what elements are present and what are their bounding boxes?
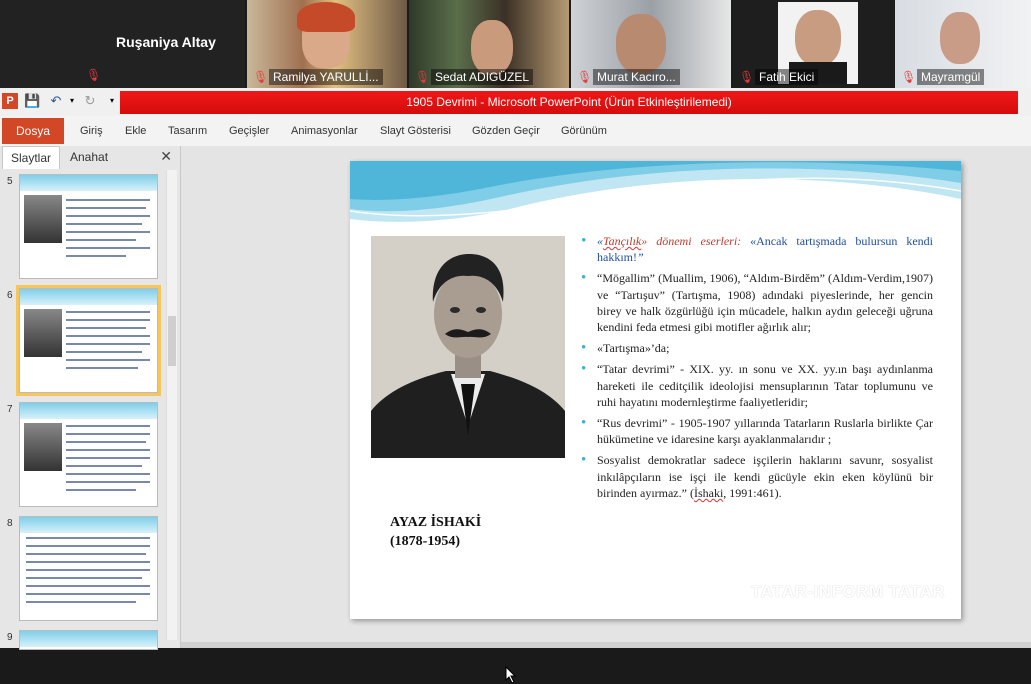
slide-number: 6 — [7, 290, 13, 301]
powerpoint-window: P 💾 ↶ ▾ ↻ ▾ 1905 Devrimi - Microsoft Pow… — [0, 88, 1031, 684]
mic-muted-icon: 🎙 — [577, 70, 593, 84]
tab-outline[interactable]: Anahat — [62, 146, 116, 168]
slide-number: 7 — [7, 404, 13, 415]
slide-thumbnail[interactable] — [19, 516, 158, 621]
bullet-item: “Mögallim” (Muallim, 1906), “Aldım-Birdĕ… — [581, 270, 933, 335]
mic-muted-icon: 🎙 — [415, 70, 431, 84]
tab-transitions[interactable]: Geçişler — [229, 116, 269, 146]
mouse-cursor-icon — [505, 666, 517, 684]
mic-muted-icon: 🎙 — [739, 70, 755, 84]
video-strip: 🎙 Ruşaniya Altay 🎙 Ramilya YARULLİ... 🎙 … — [0, 0, 1031, 88]
slide-number: 9 — [7, 632, 13, 643]
bullet-list[interactable]: «Tançılık» dönemi eserleri: «Ancak tartı… — [581, 233, 933, 506]
bullet-item: Sosyalist demokratlar sadece işçilerin h… — [581, 452, 933, 501]
redo-icon[interactable]: ↻ — [82, 93, 98, 109]
tab-file[interactable]: Dosya — [2, 118, 64, 144]
mic-muted-icon: 🎙 — [901, 70, 917, 84]
undo-dropdown-icon[interactable]: ▾ — [64, 93, 80, 109]
watermark: TATAR-INFORM TATAR — [751, 582, 946, 601]
slide-thumbnail-selected[interactable] — [16, 285, 161, 396]
slides-panel: Slaytlar Anahat ✕ 5 6 7 8 9 — [0, 146, 181, 650]
participant-name: Ruşaniya Altay — [116, 34, 216, 50]
participant-name: Murat Kacıro... — [593, 69, 680, 85]
video-tile-speaker[interactable]: 🎙 Ruşaniya Altay — [0, 0, 245, 88]
bullet-item: “Tatar devrimi” - XIX. yy. ın sonu ve XX… — [581, 361, 933, 410]
video-tile[interactable]: 🎙 Sedat ADIGÜZEL — [409, 0, 569, 88]
participant-name: Ramilya YARULLİ... — [269, 69, 383, 85]
tab-home[interactable]: Giriş — [80, 116, 103, 146]
undo-icon[interactable]: ↶ — [48, 93, 64, 109]
bullet-item: «Tançılık» dönemi eserleri: «Ancak tartı… — [581, 233, 933, 265]
caption-name: AYAZ İSHAKİ — [390, 515, 482, 530]
tab-design[interactable]: Tasarım — [168, 116, 207, 146]
slide-thumbnail[interactable] — [19, 174, 158, 279]
video-tile[interactable]: 🎙 Ramilya YARULLİ... — [247, 0, 407, 88]
powerpoint-logo-icon: P — [2, 93, 18, 109]
tab-review[interactable]: Gözden Geçir — [472, 116, 540, 146]
panel-tabs: Slaytlar Anahat ✕ — [0, 146, 180, 169]
quick-access-toolbar: P 💾 ↶ ▾ ↻ ▾ 1905 Devrimi - Microsoft Pow… — [0, 88, 1031, 116]
slide-thumbnail[interactable] — [19, 402, 158, 507]
tab-animations[interactable]: Animasyonlar — [291, 116, 358, 146]
slide-header-wave — [350, 161, 961, 222]
save-icon[interactable]: 💾 — [24, 93, 40, 109]
customize-toolbar-icon[interactable]: ▾ — [104, 93, 120, 109]
video-tile[interactable]: 🎙 Mayramgül — [895, 0, 1031, 88]
portrait-photo — [371, 236, 565, 458]
mic-muted-icon: 🎙 — [86, 68, 102, 82]
caption-years: (1878-1954) — [390, 534, 460, 549]
window-title: 1905 Devrimi - Microsoft PowerPoint (Ürü… — [120, 91, 1018, 114]
slide-number: 5 — [7, 176, 13, 187]
slide-canvas[interactable]: AYAZ İSHAKİ (1878-1954) «Tançılık» dönem… — [350, 161, 961, 619]
slide-thumbnail[interactable] — [19, 630, 158, 650]
portrait-caption: AYAZ İSHAKİ (1878-1954) — [390, 513, 481, 551]
bullet-item: “Rus devrimi” - 1905-1907 yıllarında Tat… — [581, 415, 933, 447]
participant-name: Fatih Ekici — [755, 69, 819, 85]
slide-editor: AYAZ İSHAKİ (1878-1954) «Tançılık» dönem… — [181, 146, 1031, 684]
video-tile[interactable]: 🎙 Murat Kacıro... — [571, 0, 731, 88]
tab-slide-show[interactable]: Slayt Gösterisi — [380, 116, 451, 146]
ribbon-tabs: Dosya Giriş Ekle Tasarım Geçişler Animas… — [0, 116, 1031, 147]
tab-insert[interactable]: Ekle — [125, 116, 146, 146]
participant-name: Mayramgül — [917, 69, 985, 85]
video-tile[interactable]: 🎙 Fatih Ekici — [733, 0, 893, 88]
slide-area-scrollbar[interactable] — [181, 642, 1031, 648]
slide-number: 8 — [7, 518, 13, 529]
tab-view[interactable]: Görünüm — [561, 116, 607, 146]
thumbnail-scrollbar[interactable] — [166, 170, 177, 640]
tab-slides[interactable]: Slaytlar — [2, 146, 61, 169]
participant-name: Sedat ADIGÜZEL — [431, 69, 534, 85]
bullet-item: «Tartışma»’da; — [581, 340, 933, 356]
mic-muted-icon: 🎙 — [253, 70, 269, 84]
close-icon[interactable]: ✕ — [160, 148, 172, 165]
